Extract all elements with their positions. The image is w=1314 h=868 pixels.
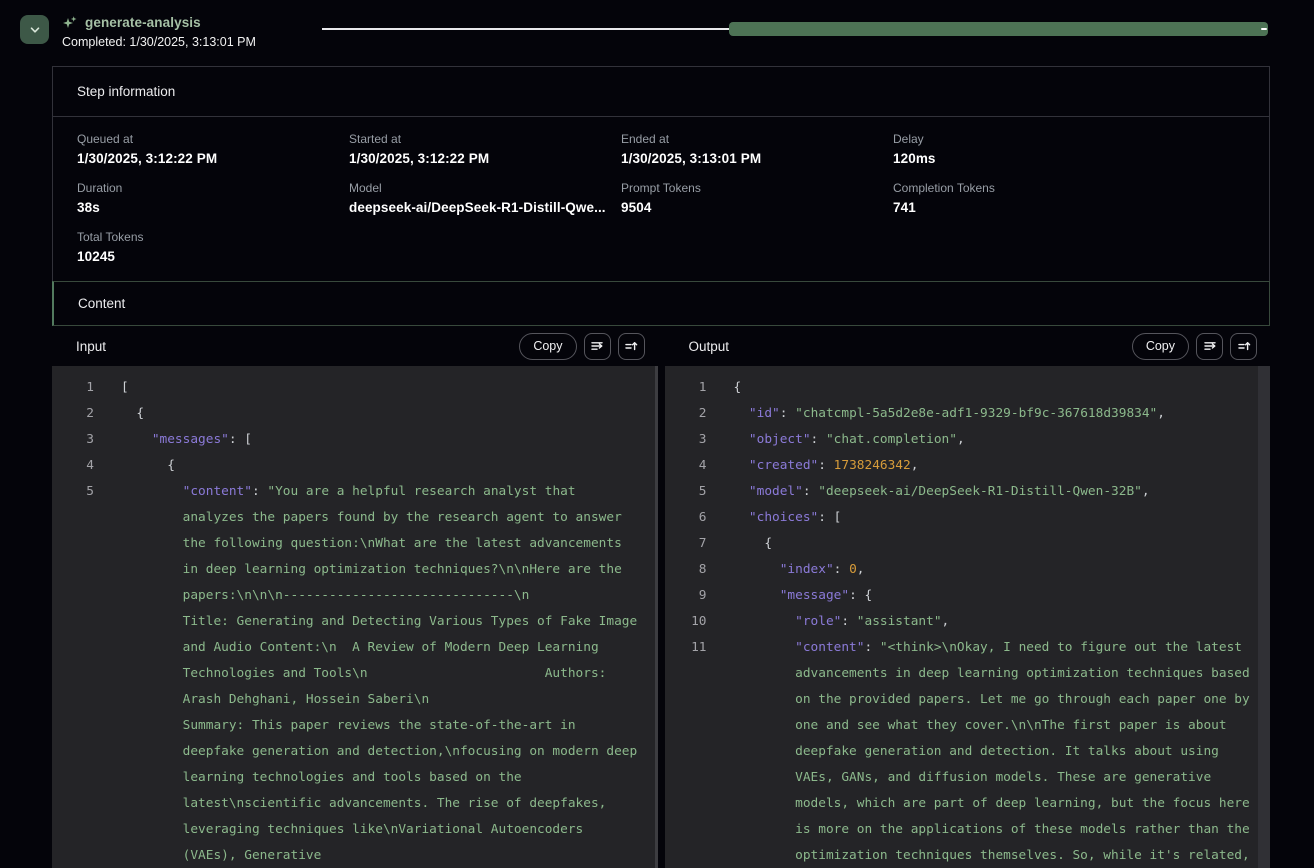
copy-output-button[interactable]: Copy bbox=[1132, 333, 1189, 360]
code-line: 3"object": "chat.completion", bbox=[689, 427, 1251, 453]
step-information-title: Step information bbox=[77, 84, 175, 99]
timeline-span-bar[interactable] bbox=[729, 22, 1268, 36]
input-panel: Input Copy bbox=[52, 326, 658, 868]
step-information-grid: Queued at 1/30/2025, 3:12:22 PM Started … bbox=[53, 117, 1269, 281]
scroll-top-button[interactable] bbox=[1230, 333, 1257, 360]
code-line: 1{ bbox=[689, 375, 1251, 401]
line-number: 5 bbox=[689, 479, 707, 505]
code-line: 4"created": 1738246342, bbox=[689, 453, 1251, 479]
trace-step-view: generate-analysis Completed: 1/30/2025, … bbox=[0, 0, 1314, 868]
code-line: 6"choices": [ bbox=[689, 505, 1251, 531]
copy-input-button[interactable]: Copy bbox=[519, 333, 576, 360]
code-line: 5"content": "You are a helpful research … bbox=[76, 479, 638, 868]
field-delay: Delay 120ms bbox=[893, 132, 1165, 166]
line-number: 7 bbox=[689, 531, 707, 557]
scroll-top-button[interactable] bbox=[618, 333, 645, 360]
step-heading: generate-analysis Completed: 1/30/2025, … bbox=[62, 14, 256, 49]
line-number: 4 bbox=[689, 453, 707, 479]
chevron-down-icon bbox=[28, 23, 42, 37]
wrap-lines-icon bbox=[1202, 338, 1218, 354]
line-number: 11 bbox=[689, 635, 707, 868]
completed-timestamp: Completed: 1/30/2025, 3:13:01 PM bbox=[62, 35, 256, 49]
content-section-title: Content bbox=[78, 296, 125, 311]
line-number: 1 bbox=[76, 375, 94, 401]
step-name: generate-analysis bbox=[85, 15, 201, 30]
wrap-lines-button[interactable] bbox=[584, 333, 611, 360]
code-line: 2{ bbox=[76, 401, 638, 427]
output-scrollbar[interactable] bbox=[1258, 366, 1270, 868]
field-total-tokens: Total Tokens 10245 bbox=[77, 230, 349, 264]
step-information-panel: Step information Queued at 1/30/2025, 3:… bbox=[52, 66, 1270, 282]
output-json-viewer[interactable]: 1{2"id": "chatcmpl-5a5d2e8e-adf1-9329-bf… bbox=[665, 366, 1271, 868]
line-number: 9 bbox=[689, 583, 707, 609]
step-header: generate-analysis Completed: 1/30/2025, … bbox=[0, 0, 1314, 62]
line-number: 2 bbox=[76, 401, 94, 427]
output-panel-header: Output Copy bbox=[665, 326, 1271, 366]
field-prompt-tokens: Prompt Tokens 9504 bbox=[621, 181, 893, 215]
field-ended-at: Ended at 1/30/2025, 3:13:01 PM bbox=[621, 132, 893, 166]
code-line: 10"role": "assistant", bbox=[689, 609, 1251, 635]
line-number: 10 bbox=[689, 609, 707, 635]
field-model: Model deepseek-ai/DeepSeek-R1-Distill-Qw… bbox=[349, 181, 621, 215]
input-panel-actions: Copy bbox=[519, 333, 644, 360]
field-started-at: Started at 1/30/2025, 3:12:22 PM bbox=[349, 132, 621, 166]
line-number: 2 bbox=[689, 401, 707, 427]
output-panel-actions: Copy bbox=[1132, 333, 1257, 360]
field-completion-tokens: Completion Tokens 741 bbox=[893, 181, 1165, 215]
code-line: 2"id": "chatcmpl-5a5d2e8e-adf1-9329-bf9c… bbox=[689, 401, 1251, 427]
input-panel-title: Input bbox=[76, 339, 106, 354]
scroll-top-icon bbox=[1236, 338, 1252, 354]
content-panels: Input Copy bbox=[52, 326, 1270, 868]
wrap-lines-icon bbox=[589, 338, 605, 354]
code-line: 1[ bbox=[76, 375, 638, 401]
output-panel-title: Output bbox=[689, 339, 730, 354]
code-line: 11"content": "<think>\nOkay, I need to f… bbox=[689, 635, 1251, 868]
line-number: 5 bbox=[76, 479, 94, 868]
code-line: 7{ bbox=[689, 531, 1251, 557]
field-queued-at: Queued at 1/30/2025, 3:12:22 PM bbox=[77, 132, 349, 166]
line-number: 8 bbox=[689, 557, 707, 583]
wrap-lines-button[interactable] bbox=[1196, 333, 1223, 360]
timeline-end-tick bbox=[1261, 28, 1267, 31]
step-details: Step information Queued at 1/30/2025, 3:… bbox=[52, 66, 1270, 868]
input-scrollbar[interactable] bbox=[655, 366, 658, 868]
line-number: 4 bbox=[76, 453, 94, 479]
step-timeline bbox=[322, 14, 1268, 43]
collapse-step-button[interactable] bbox=[20, 15, 49, 44]
input-json-viewer[interactable]: 1[2{3"messages": [4{5"content": "You are… bbox=[52, 366, 658, 868]
step-information-header: Step information bbox=[53, 67, 1269, 117]
code-line: 3"messages": [ bbox=[76, 427, 638, 453]
scroll-top-icon bbox=[623, 338, 639, 354]
line-number: 3 bbox=[689, 427, 707, 453]
line-number: 1 bbox=[689, 375, 707, 401]
output-panel: Output Copy bbox=[665, 326, 1271, 868]
content-section-header: Content bbox=[52, 281, 1270, 326]
code-line: 8"index": 0, bbox=[689, 557, 1251, 583]
code-line: 5"model": "deepseek-ai/DeepSeek-R1-Disti… bbox=[689, 479, 1251, 505]
field-duration: Duration 38s bbox=[77, 181, 349, 215]
line-number: 3 bbox=[76, 427, 94, 453]
input-panel-header: Input Copy bbox=[52, 326, 658, 366]
code-line: 9"message": { bbox=[689, 583, 1251, 609]
code-line: 4{ bbox=[76, 453, 638, 479]
sparkles-icon bbox=[62, 15, 78, 31]
line-number: 6 bbox=[689, 505, 707, 531]
